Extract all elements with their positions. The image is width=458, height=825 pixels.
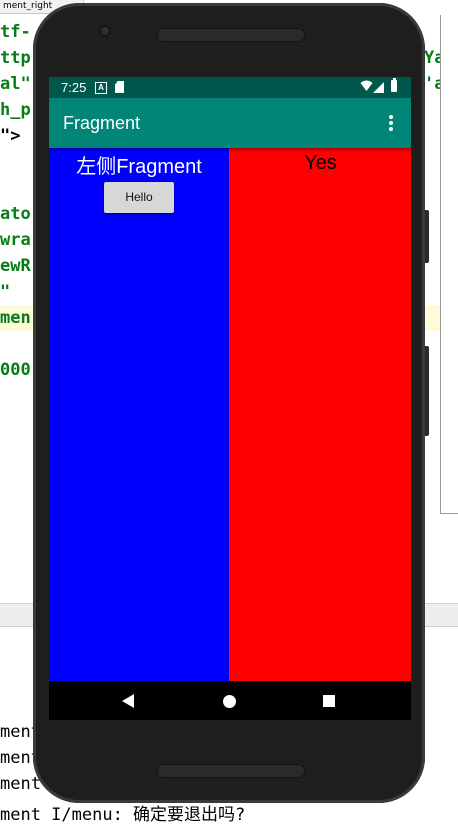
right-fragment: Yes [230, 148, 411, 681]
hello-button[interactable]: Hello [104, 182, 174, 213]
left-fragment-title: 左侧Fragment [76, 156, 202, 178]
ide-side-panel [440, 15, 458, 514]
code-line: ttp [0, 48, 31, 68]
code-line: 000 [0, 360, 31, 380]
code-line: tf- [0, 22, 31, 42]
bottom-speaker-grille [157, 764, 305, 778]
sd-card-icon [115, 81, 124, 93]
log-line: ment I/menu: 确定要退出吗? [0, 805, 246, 825]
code-line: h_p [0, 100, 31, 120]
front-camera-icon [99, 25, 111, 37]
status-bar: 7:25 A [49, 77, 411, 98]
device-screen: 7:25 A Fragment 左侧Fragment Hello Yes [49, 77, 411, 720]
app-bar: Fragment [49, 98, 411, 148]
navigation-bar [49, 681, 411, 720]
volume-button[interactable] [425, 210, 429, 263]
home-icon[interactable] [223, 695, 236, 708]
more-vert-icon[interactable] [388, 115, 394, 133]
recents-icon[interactable] [323, 695, 335, 707]
code-line: " [0, 282, 11, 302]
code-line: men [0, 308, 31, 328]
code-line: al" [0, 74, 31, 94]
wifi-icon [360, 80, 373, 91]
right-fragment-title: Yes [304, 152, 337, 174]
app-title: Fragment [63, 113, 141, 133]
signal-icon [373, 82, 384, 93]
left-fragment: 左侧Fragment Hello [49, 148, 229, 681]
status-time: 7:25 [61, 80, 87, 95]
top-speaker-grille [157, 28, 305, 42]
battery-icon [391, 78, 397, 92]
code-line: "> [0, 126, 21, 146]
fragment-container: 左侧Fragment Hello Yes [49, 148, 411, 681]
power-button[interactable] [425, 346, 429, 436]
code-line: wra [0, 230, 31, 250]
back-icon[interactable] [122, 694, 134, 708]
a-notification-icon: A [95, 82, 107, 94]
emulator-device-frame: 7:25 A Fragment 左侧Fragment Hello Yes [33, 3, 429, 803]
log-line: ment [0, 774, 41, 794]
code-line: ewR [0, 256, 31, 276]
code-line: ato [0, 204, 31, 224]
